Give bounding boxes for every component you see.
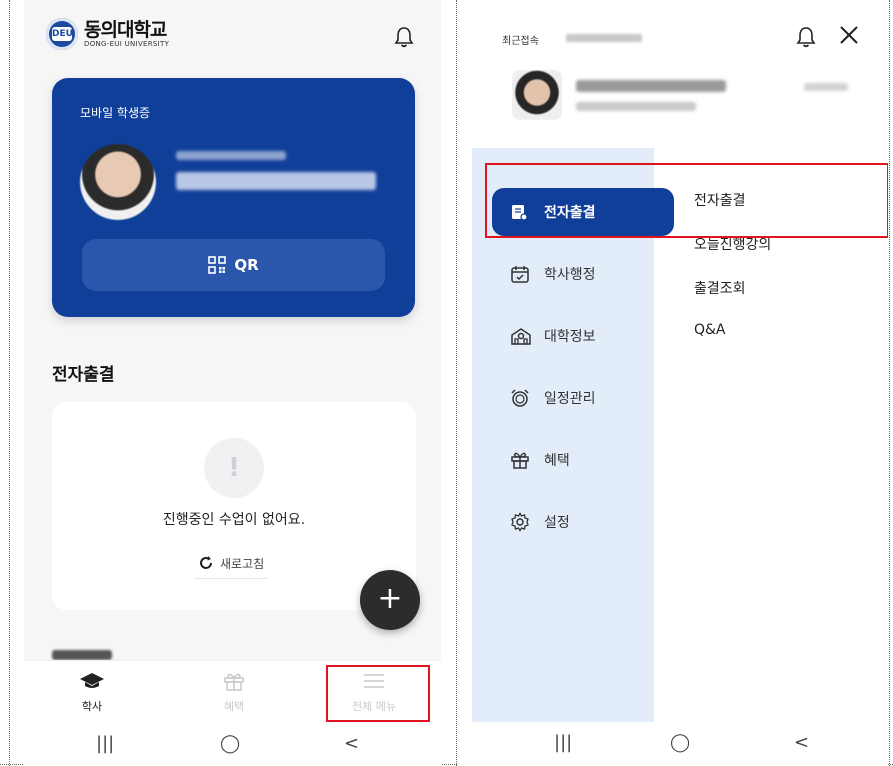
building-icon	[510, 326, 532, 346]
nav-academic[interactable]: 학사	[42, 671, 142, 714]
refresh-icon	[200, 556, 212, 569]
nav-academic-label: 학사	[81, 700, 103, 713]
recents-button[interactable]: |||	[96, 733, 114, 754]
recents-button[interactable]: |||	[554, 732, 572, 753]
submenu-qna[interactable]: Q&A	[694, 322, 726, 338]
system-nav-bar: ||| ◯ <	[24, 723, 441, 766]
recent-access-label: 최근접속	[502, 36, 539, 47]
menu-item-schedule[interactable]: 일정관리	[472, 374, 654, 422]
qr-code-icon	[208, 256, 227, 274]
menu-item-university-info-label: 대학정보	[544, 329, 596, 345]
menu-item-benefit-label: 혜택	[544, 453, 570, 469]
mobile-student-id-card: 모바일 학생증 QR	[52, 78, 415, 317]
menu-item-settings-label: 설정	[544, 515, 570, 531]
menu-item-benefit[interactable]: 혜택	[472, 436, 654, 484]
home-screen: DEU 동의대학교 DONG-EUI UNIVERSITY 모바일 학생증 QR…	[24, 0, 441, 766]
student-department-blurred	[176, 151, 286, 160]
add-fab-button[interactable]: +	[360, 570, 420, 630]
menu-item-settings[interactable]: 설정	[472, 498, 654, 546]
university-name-en: DONG-EUI UNIVERSITY	[84, 40, 170, 48]
system-nav-bar: ||| ◯ <	[458, 722, 888, 766]
all-menu-screen: 최근접속 전자출결 학사행정 대학정보 일정관리 혜택 설정 전자출결 오늘진행…	[458, 0, 888, 766]
menu-item-academic-admin-label: 학사행정	[544, 267, 596, 283]
close-icon[interactable]	[838, 24, 860, 50]
alert-icon: !	[204, 438, 264, 498]
nav-benefit-label: 혜택	[223, 700, 245, 713]
attendance-empty-card: ! 진행중인 수업이 없어요. 새로고침	[52, 402, 416, 610]
back-button[interactable]: <	[344, 733, 359, 754]
menu-item-schedule-label: 일정관리	[544, 391, 596, 407]
menu-item-academic-admin[interactable]: 학사행정	[472, 250, 654, 298]
empty-message: 진행중인 수업이 없어요.	[162, 512, 306, 528]
highlight-all-menu-box	[326, 665, 430, 722]
user-extra-blurred	[804, 83, 848, 91]
graduation-cap-icon	[80, 673, 104, 688]
nav-benefit[interactable]: 혜택	[184, 671, 284, 714]
student-name-blurred	[176, 172, 376, 190]
gear-icon	[510, 512, 532, 532]
bell-icon[interactable]	[796, 26, 816, 52]
menu-item-university-info[interactable]: 대학정보	[472, 312, 654, 360]
home-button[interactable]: ◯	[670, 732, 690, 753]
recent-access-time-blurred	[566, 34, 642, 42]
student-photo	[80, 144, 156, 220]
refresh-label: 새로고침	[220, 556, 265, 571]
refresh-button[interactable]: 새로고침	[194, 548, 269, 579]
gift-icon	[224, 673, 244, 691]
back-button[interactable]: <	[794, 732, 809, 753]
user-name-blurred	[576, 80, 726, 92]
qr-label: QR	[234, 256, 259, 274]
user-avatar	[512, 70, 562, 120]
calendar-icon	[510, 264, 532, 284]
university-name: 동의대학교	[84, 19, 167, 41]
qr-button[interactable]: QR	[82, 239, 385, 291]
attendance-section-title: 전자출결	[52, 365, 115, 385]
highlight-attendance-box	[485, 163, 888, 238]
alarm-clock-icon	[510, 388, 532, 408]
submenu-attendance-inquiry[interactable]: 출결조회	[694, 278, 746, 298]
bell-icon[interactable]	[394, 26, 414, 52]
gift-icon	[510, 450, 532, 470]
card-title: 모바일 학생증	[80, 106, 151, 120]
home-button[interactable]: ◯	[220, 733, 240, 754]
university-seal-icon: DEU	[46, 18, 78, 50]
user-department-blurred	[576, 102, 696, 111]
next-section-title-partial	[52, 650, 112, 660]
university-logo: DEU 동의대학교 DONG-EUI UNIVERSITY	[46, 18, 169, 50]
